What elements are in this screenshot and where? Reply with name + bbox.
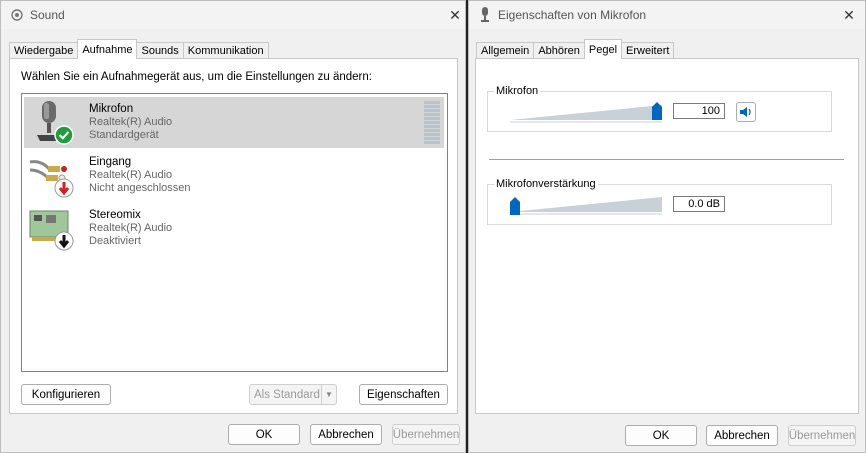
red-down-arrow-badge-icon bbox=[54, 178, 74, 198]
checkmark-badge-icon bbox=[54, 125, 74, 145]
ok-button[interactable]: OK bbox=[625, 425, 697, 446]
properties-button[interactable]: Eigenschaften bbox=[359, 384, 448, 405]
microphone-volume-value[interactable]: 100 bbox=[673, 103, 725, 119]
microphone-group: Mikrofon 100 bbox=[487, 85, 832, 132]
sound-titlebar: Sound bbox=[1, 1, 465, 29]
device-driver: Realtek(R) Audio bbox=[89, 222, 173, 234]
levels-panel: Mikrofon 100 Mikrofonverstärkung 0.0 dB bbox=[475, 58, 859, 414]
device-name: Eingang bbox=[89, 156, 132, 168]
device-driver: Realtek(R) Audio bbox=[89, 116, 173, 128]
device-name: Mikrofon bbox=[89, 103, 134, 115]
tab-sounds[interactable]: Sounds bbox=[136, 42, 184, 59]
device-list[interactable]: Mikrofon Realtek(R) Audio Standardgerät bbox=[21, 93, 448, 372]
speaker-icon[interactable] bbox=[736, 102, 756, 122]
list-item[interactable]: Stereomix Realtek(R) Audio Deaktiviert bbox=[24, 203, 444, 254]
sound-card-icon bbox=[28, 205, 74, 251]
tab-panel: Wählen Sie ein Aufnahmegerät aus, um die… bbox=[9, 58, 458, 414]
tab-kommunikation[interactable]: Kommunikation bbox=[182, 42, 269, 59]
sound-app-icon bbox=[9, 7, 25, 23]
separator bbox=[489, 159, 844, 160]
sound-tabs: Wiedergabe Aufnahme Sounds Kommunikation bbox=[9, 39, 269, 59]
device-name: Stereomix bbox=[89, 209, 141, 221]
microphone-volume-slider[interactable] bbox=[510, 100, 662, 126]
tab-allgemein[interactable]: Allgemein bbox=[476, 42, 535, 59]
set-default-label: Als Standard bbox=[254, 388, 320, 401]
microphone-boost-value[interactable]: 0.0 dB bbox=[673, 196, 725, 212]
list-item[interactable]: Mikrofon Realtek(R) Audio Standardgerät bbox=[24, 97, 444, 148]
level-meter bbox=[424, 101, 440, 144]
tab-pegel[interactable]: Pegel bbox=[583, 39, 623, 59]
chevron-down-icon[interactable]: ▼ bbox=[321, 385, 336, 404]
window-title: Eigenschaften von Mikrofon bbox=[498, 8, 647, 22]
tab-aufnahme[interactable]: Aufnahme bbox=[77, 39, 138, 59]
apply-button[interactable]: Übernehmen bbox=[788, 425, 856, 446]
window-title: Sound bbox=[30, 8, 65, 22]
ok-button[interactable]: OK bbox=[228, 424, 300, 445]
device-status: Deaktiviert bbox=[89, 235, 141, 247]
sound-window: Sound ✕ Wiedergabe Aufnahme Sounds Kommu… bbox=[0, 0, 466, 453]
group-label: Mikrofon bbox=[494, 85, 541, 97]
instruction-text: Wählen Sie ein Aufnahmegerät aus, um die… bbox=[21, 71, 372, 83]
slider-thumb[interactable] bbox=[510, 197, 520, 215]
list-item[interactable]: Eingang Realtek(R) Audio Nicht angeschlo… bbox=[24, 150, 444, 201]
microphone-boost-group: Mikrofonverstärkung 0.0 dB bbox=[487, 178, 832, 225]
black-down-arrow-badge-icon bbox=[54, 231, 74, 251]
audio-cable-icon bbox=[28, 152, 74, 198]
device-status: Standardgerät bbox=[89, 129, 159, 141]
device-status: Nicht angeschlossen bbox=[89, 182, 191, 194]
microphone-app-icon bbox=[477, 7, 493, 23]
apply-button[interactable]: Übernehmen bbox=[392, 424, 460, 445]
tab-erweitert[interactable]: Erweitert bbox=[621, 42, 675, 59]
close-icon[interactable]: ✕ bbox=[441, 5, 465, 25]
microphone-icon bbox=[28, 99, 74, 145]
microphone-boost-slider[interactable] bbox=[510, 192, 662, 218]
tab-abhoeren[interactable]: Abhören bbox=[533, 42, 585, 59]
device-driver: Realtek(R) Audio bbox=[89, 169, 173, 181]
set-default-button[interactable]: Als Standard ▼ bbox=[249, 384, 337, 405]
cancel-button[interactable]: Abbrechen bbox=[706, 425, 778, 446]
tab-wiedergabe[interactable]: Wiedergabe bbox=[9, 42, 79, 59]
properties-tabs: Allgemein Abhören Pegel Erweitert bbox=[476, 39, 675, 59]
configure-button[interactable]: Konfigurieren bbox=[21, 384, 111, 405]
close-icon[interactable]: ✕ bbox=[835, 5, 863, 25]
cancel-button[interactable]: Abbrechen bbox=[310, 424, 382, 445]
properties-window: Eigenschaften von Mikrofon ✕ Allgemein A… bbox=[468, 0, 866, 453]
properties-titlebar: Eigenschaften von Mikrofon bbox=[469, 1, 865, 29]
group-label: Mikrofonverstärkung bbox=[494, 178, 598, 190]
slider-thumb[interactable] bbox=[652, 102, 662, 120]
